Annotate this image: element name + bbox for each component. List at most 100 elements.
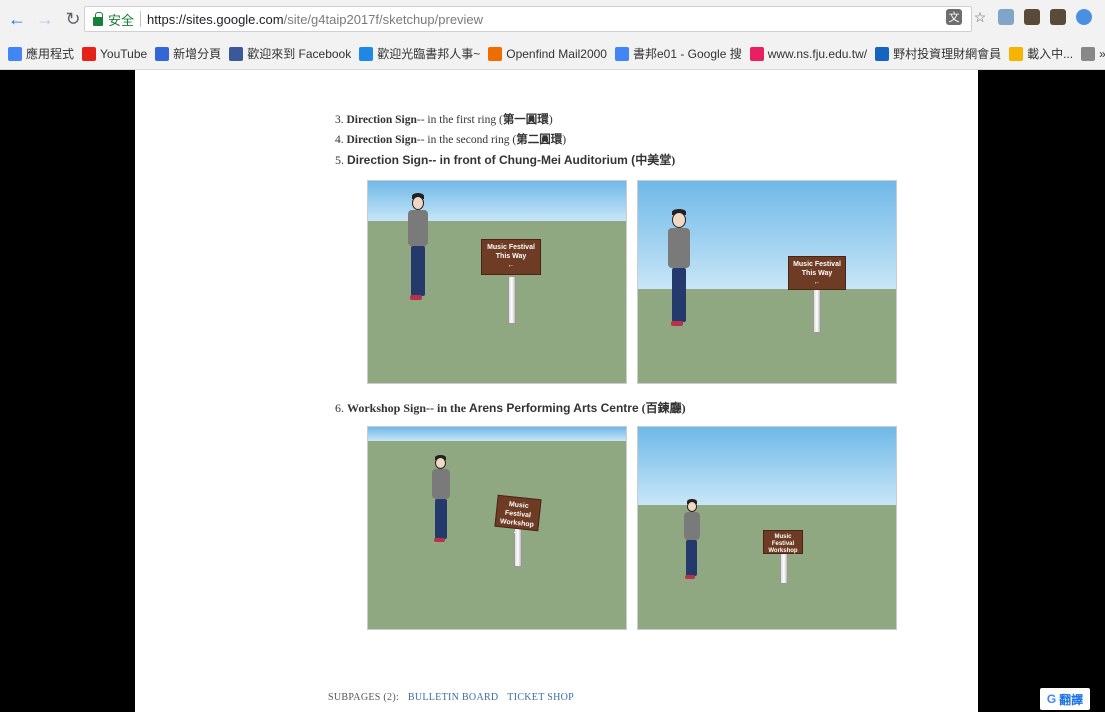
list-item-4: 4. Direction Sign-- in the second ring (… <box>335 130 895 150</box>
sign-post <box>813 289 821 333</box>
bookmark-item[interactable]: www.ns.fju.edu.tw/ <box>749 46 868 61</box>
google-icon <box>614 46 629 61</box>
facebook-icon <box>229 46 244 61</box>
item-number: 5. <box>335 153 344 167</box>
workshop-sign: Music Festival Workshop ← <box>494 494 542 536</box>
bookmark-item[interactable]: 歡迎來到 Facebook <box>229 45 351 62</box>
ns-icon <box>749 46 764 61</box>
direction-sign: Music Festival This Way ← <box>481 239 541 275</box>
person-figure <box>666 209 696 329</box>
sky <box>368 427 626 441</box>
bookmark-item[interactable]: YouTube <box>82 46 147 61</box>
item-number: 6. <box>335 401 344 415</box>
address-bar[interactable]: 安全 https://sites.google.com/site/g4taip2… <box>84 6 972 32</box>
subpage-link-bulletin-board[interactable]: BULLETIN BOARD <box>408 692 499 703</box>
bookmark-label: 野村投資理財網會員 <box>893 47 1002 61</box>
bookmark-label: 應用程式 <box>26 47 75 61</box>
youtube-icon <box>82 46 97 61</box>
bookmark-item[interactable]: 野村投資理財網會員 <box>875 45 1001 62</box>
secure-label: 安全 <box>108 12 135 28</box>
browser-toolbar: ← → ↻ 安全 https://sites.google.com/site/g… <box>0 0 1105 38</box>
translate-label: 翻譯 <box>1059 692 1084 707</box>
item-cjk: 第二圓環 <box>516 134 563 146</box>
loading-icon <box>1009 46 1024 61</box>
list-item-5: 5. Direction Sign-- in front of Chung-Me… <box>335 150 895 170</box>
direction-sign: Music Festival This Way ← <box>788 256 846 290</box>
item-cjk: 第一圓環 <box>502 114 549 126</box>
page-icon <box>875 46 890 61</box>
bookmark-item[interactable]: » <box>1081 46 1105 61</box>
bookmark-label: Openfind Mail2000 <box>506 46 607 61</box>
sign-post <box>508 276 516 324</box>
extension-icon[interactable] <box>1024 9 1040 25</box>
bookmark-item[interactable]: 新增分頁 <box>155 45 221 62</box>
list-item-6: 6. Workshop Sign-- in the Arens Performi… <box>335 398 686 418</box>
item-end: ) <box>562 134 567 146</box>
bookmark-label: 書邦e01 - Google 搜 <box>632 47 742 61</box>
sketchup-image-workshop-2: Music Festival Workshop ← <box>637 426 897 630</box>
extension-icon[interactable] <box>1076 9 1092 25</box>
arrow-left-icon: ← <box>780 555 786 561</box>
item-number: 4. <box>335 134 344 146</box>
sign-line-2: Workshop <box>768 548 798 554</box>
list-item-3: 3. Direction Sign-- in the first ring (第… <box>335 110 895 130</box>
bookmark-item[interactable]: 書邦e01 - Google 搜 <box>614 45 742 62</box>
item-text: -- in front of Chung-Mei Auditorium ( <box>428 153 636 167</box>
item-title: Direction Sign <box>347 153 429 167</box>
item-number: 3. <box>335 114 344 126</box>
subpage-link-ticket-shop[interactable]: TICKET SHOP <box>507 692 574 703</box>
item-text: -- in the first ring ( <box>416 114 503 126</box>
reload-button[interactable]: ↻ <box>62 8 84 30</box>
sign-line-1: Music Festival <box>793 261 841 268</box>
item-text: -- in the <box>426 401 470 415</box>
extension-icon[interactable] <box>1050 9 1066 25</box>
more-icon <box>1081 46 1096 61</box>
bookmark-label: 歡迎光臨書邦人事~ <box>377 47 481 61</box>
back-button[interactable]: ← <box>6 8 28 30</box>
arrow-left-icon: ← <box>507 262 515 269</box>
bookmark-label: 歡迎來到 Facebook <box>247 47 352 61</box>
arrow-left-icon: ← <box>813 279 821 286</box>
extension-icon[interactable] <box>998 9 1014 25</box>
bookmark-label: www.ns.fju.edu.tw/ <box>767 46 868 61</box>
grass <box>638 505 896 629</box>
mail-icon <box>488 46 503 61</box>
person-figure <box>430 455 456 543</box>
sign-line-1: Music Festival <box>771 534 795 547</box>
item-place: Arens Performing Arts Centre <box>469 401 639 415</box>
bookmark-label: » <box>1099 47 1105 61</box>
site-page: 3. Direction Sign-- in the first ring (第… <box>135 70 978 712</box>
bookmark-item[interactable]: 應用程式 <box>8 45 74 62</box>
new-tab-icon <box>155 46 170 61</box>
sign-line-2: This Way <box>801 270 833 277</box>
sketchup-image-direction-2: Music Festival This Way ← <box>637 180 897 384</box>
sign-line-1: Music Festival <box>487 244 535 251</box>
divider <box>140 11 142 27</box>
page-content: 3. Direction Sign-- in the first ring (第… <box>335 110 895 170</box>
item-cjk: 中美堂 <box>635 153 672 167</box>
lock-icon <box>93 11 103 26</box>
person-figure <box>682 499 704 581</box>
browser-chrome: ← → ↻ 安全 https://sites.google.com/site/g… <box>0 0 1105 70</box>
url-path: /site/g4taip2017f/sketchup/preview <box>283 11 484 27</box>
star-icon[interactable]: ☆ <box>972 9 988 25</box>
apps-icon <box>8 46 22 61</box>
item-end: ) <box>548 114 553 126</box>
bookmark-icon <box>359 46 374 61</box>
sky <box>638 427 896 505</box>
forward-button[interactable]: → <box>34 8 56 30</box>
bookmark-item[interactable]: 載入中... <box>1009 45 1073 62</box>
bookmark-item[interactable]: Openfind Mail2000 <box>488 46 607 61</box>
person-figure <box>406 193 436 303</box>
url-host: https://sites.google.com <box>147 11 284 27</box>
google-icon: G <box>1046 692 1057 706</box>
item-text: -- in the second ring ( <box>416 134 517 146</box>
translate-page-icon[interactable]: 文 <box>946 9 962 25</box>
google-translate-button[interactable]: G 翻譯 <box>1040 688 1090 710</box>
item-title: Workshop Sign <box>347 401 427 415</box>
bookmark-label: 載入中... <box>1027 47 1074 61</box>
bookmark-item[interactable]: 歡迎光臨書邦人事~ <box>359 45 480 62</box>
item-cjk: (百鍊廳) <box>638 401 686 415</box>
sign-line-2: This Way <box>495 253 527 260</box>
extension-icons: 文 ☆ ⋮ <box>946 9 1105 25</box>
